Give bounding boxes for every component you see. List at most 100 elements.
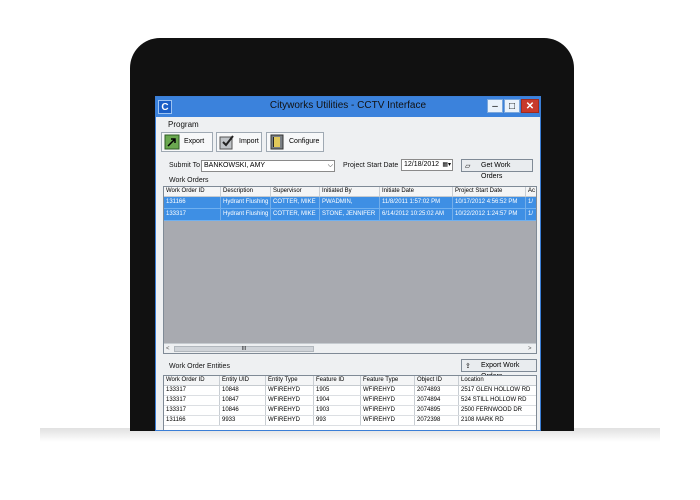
table-row[interactable]: 131166 Hydrant Flushing COTTER, MIKE PWA… — [164, 197, 536, 209]
table-cell: COTTER, MIKE — [271, 197, 320, 208]
submit-to-value: BANKOWSKI, AMY — [204, 162, 266, 169]
table-cell: WFIREHYD — [266, 416, 314, 425]
project-start-label: Project Start Date — [343, 162, 399, 169]
column-header[interactable]: Work Order ID — [164, 376, 220, 385]
work-orders-section-label: Work Orders — [169, 177, 209, 184]
table-cell: 10848 — [220, 386, 266, 395]
table-cell: Hydrant Flushing — [221, 209, 271, 220]
maximize-button[interactable]: □ — [504, 99, 520, 113]
menu-program[interactable]: Program — [168, 120, 199, 129]
table-cell: 133317 — [164, 406, 220, 415]
work-orders-icon: ▱ — [465, 163, 471, 170]
get-work-orders-button[interactable]: ▱ Get Work Orders — [461, 159, 533, 180]
table-cell: COTTER, MIKE — [271, 209, 320, 220]
table-cell: 10846 — [220, 406, 266, 415]
table-cell: WFIREHYD — [266, 396, 314, 405]
table-cell: 1905 — [314, 386, 361, 395]
table-cell: STONE, JENNIFER — [320, 209, 380, 220]
minimize-button[interactable]: – — [487, 99, 503, 113]
close-button[interactable]: ✕ — [521, 99, 539, 113]
table-cell: 10847 — [220, 396, 266, 405]
table-row[interactable]: 133317 10848 WFIREHYD 1905 WFIREHYD 2074… — [164, 386, 536, 396]
column-header[interactable]: Work Order ID — [164, 187, 221, 196]
column-header[interactable]: Description — [221, 187, 271, 196]
table-cell: 131166 — [164, 416, 220, 425]
submit-to-label: Submit To — [169, 162, 200, 169]
table-cell: 133317 — [164, 209, 221, 220]
import-icon — [219, 135, 234, 150]
table-cell: Hydrant Flushing — [221, 197, 271, 208]
scroll-left-arrow[interactable]: < — [166, 344, 170, 353]
export-label: Export — [184, 138, 205, 145]
table-cell: 2074894 — [415, 396, 459, 405]
column-header[interactable]: Supervisor — [271, 187, 320, 196]
horizontal-scrollbar[interactable]: < III > — [164, 343, 536, 353]
table-cell: 2517 GLEN HOLLOW RD — [459, 386, 536, 395]
entities-header: Work Order ID Entity UID Entity Type Fea… — [164, 376, 536, 386]
project-start-value: 12/18/2012 — [404, 161, 440, 168]
title-bar[interactable]: C Cityworks Utilities - CCTV Interface –… — [156, 97, 540, 117]
import-label: Import — [239, 138, 259, 145]
window-title: Cityworks Utilities - CCTV Interface — [269, 100, 427, 111]
configure-label: Configure — [289, 138, 320, 145]
table-cell: 524 STILL HOLLOW RD — [459, 396, 536, 405]
export-icon: ⇪ — [465, 363, 471, 370]
export-work-orders-button[interactable]: ⇪ Export Work Orders — [461, 359, 537, 380]
table-cell: 133317 — [164, 386, 220, 395]
table-cell: 1903 — [314, 406, 361, 415]
table-cell: 6/14/2012 10:25:02 AM — [380, 209, 453, 220]
table-row[interactable]: 133317 10846 WFIREHYD 1903 WFIREHYD 2074… — [164, 406, 536, 416]
table-cell: 10/22/2012 1:24:57 PM — [453, 209, 526, 220]
chevron-down-icon[interactable]: ⌵ — [328, 161, 333, 171]
scroll-right-arrow[interactable]: > — [528, 344, 532, 353]
table-cell: WFIREHYD — [361, 396, 415, 405]
column-header[interactable]: Entity UID — [220, 376, 266, 385]
table-cell: 1/ — [526, 197, 536, 208]
scroll-thumb[interactable]: III — [174, 346, 314, 352]
table-row[interactable]: 131166 9933 WFIREHYD 993 WFIREHYD 207239… — [164, 416, 536, 426]
table-cell: 9933 — [220, 416, 266, 425]
table-cell: 993 — [314, 416, 361, 425]
table-cell: 2072398 — [415, 416, 459, 425]
table-cell: PWADMIN, — [320, 197, 380, 208]
table-cell: WFIREHYD — [361, 406, 415, 415]
entities-grid[interactable]: Work Order ID Entity UID Entity Type Fea… — [163, 375, 537, 430]
import-toolbar-button[interactable]: Import — [216, 132, 262, 152]
export-icon — [164, 134, 180, 150]
table-cell: 2108 MARK RD — [459, 416, 536, 425]
column-header[interactable]: Ac — [526, 187, 536, 196]
entities-section-label: Work Order Entities — [169, 363, 230, 370]
table-cell: WFIREHYD — [361, 416, 415, 425]
configure-toolbar-button[interactable]: Configure — [266, 132, 324, 152]
configure-icon — [270, 134, 284, 150]
table-cell: 1904 — [314, 396, 361, 405]
column-header[interactable]: Initiated By — [320, 187, 380, 196]
table-cell: 2074893 — [415, 386, 459, 395]
table-cell: 131166 — [164, 197, 221, 208]
column-header[interactable]: Object ID — [415, 376, 459, 385]
calendar-icon[interactable]: ▦▾ — [442, 160, 451, 170]
table-cell: 2074895 — [415, 406, 459, 415]
project-start-date-field[interactable]: 12/18/2012 ▦▾ — [401, 159, 453, 171]
column-header[interactable]: Feature ID — [314, 376, 361, 385]
work-orders-grid[interactable]: Work Order ID Description Supervisor Ini… — [163, 186, 537, 354]
table-cell: 11/8/2011 1:57:02 PM — [380, 197, 453, 208]
get-work-orders-label: Get Work Orders — [481, 162, 511, 180]
table-cell: 1/ — [526, 209, 536, 220]
app-window: C Cityworks Utilities - CCTV Interface –… — [155, 96, 541, 431]
column-header[interactable]: Feature Type — [361, 376, 415, 385]
submit-to-combo[interactable]: BANKOWSKI, AMY ⌵ — [201, 160, 335, 172]
table-row[interactable]: 133317 10847 WFIREHYD 1904 WFIREHYD 2074… — [164, 396, 536, 406]
table-cell: WFIREHYD — [361, 386, 415, 395]
table-cell: 10/17/2012 4:56:52 PM — [453, 197, 526, 208]
column-header[interactable]: Location — [459, 376, 536, 385]
table-row[interactable]: 133317 Hydrant Flushing COTTER, MIKE STO… — [164, 209, 536, 221]
column-header[interactable]: Entity Type — [266, 376, 314, 385]
table-cell: 2500 FERNWOOD DR — [459, 406, 536, 415]
table-cell: WFIREHYD — [266, 386, 314, 395]
column-header[interactable]: Initiate Date — [380, 187, 453, 196]
column-header[interactable]: Project Start Date — [453, 187, 526, 196]
table-cell: WFIREHYD — [266, 406, 314, 415]
export-toolbar-button[interactable]: Export — [161, 132, 213, 152]
table-cell: 133317 — [164, 396, 220, 405]
